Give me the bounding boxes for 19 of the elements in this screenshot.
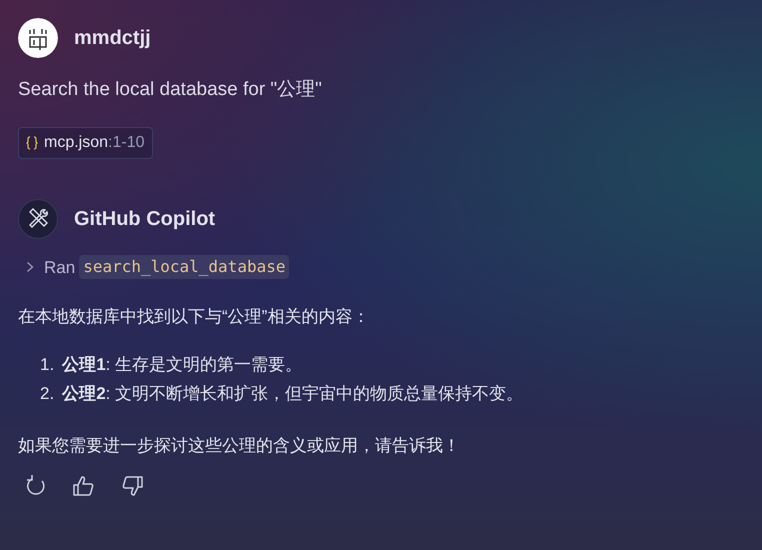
tools-icon bbox=[18, 198, 58, 238]
list-item-text: 公理1: 生存是文明的第一需要。 bbox=[62, 354, 302, 376]
thumbs-up-icon[interactable] bbox=[72, 474, 96, 498]
avatar-icon bbox=[18, 18, 58, 58]
tool-call-label: Ran bbox=[44, 256, 76, 278]
list-number: 1. bbox=[40, 354, 54, 376]
list-item-text: 公理2: 文明不断增长和扩张，但宇宙中的物质总量保持不变。 bbox=[62, 383, 524, 405]
user-name: mmdctjj bbox=[74, 26, 151, 51]
assistant-name: GitHub Copilot bbox=[74, 206, 216, 232]
file-reference-chip[interactable]: mcp.json:1-10 bbox=[18, 126, 152, 158]
response-intro: 在本地数据库中找到以下与“公理”相关的内容： bbox=[18, 306, 370, 328]
tool-name: search_local_database bbox=[79, 255, 290, 280]
list-number: 2. bbox=[40, 383, 54, 405]
thumbs-down-icon[interactable] bbox=[120, 474, 144, 498]
chevron-icon[interactable] bbox=[26, 261, 34, 274]
braces-icon bbox=[26, 136, 38, 150]
file-name: mcp.json:1-10 bbox=[44, 132, 144, 152]
user-message: Search the local database for "公理" bbox=[18, 78, 323, 102]
response-closing: 如果您需要进一步探讨这些公理的含义或应用，请告诉我！ bbox=[18, 434, 461, 456]
